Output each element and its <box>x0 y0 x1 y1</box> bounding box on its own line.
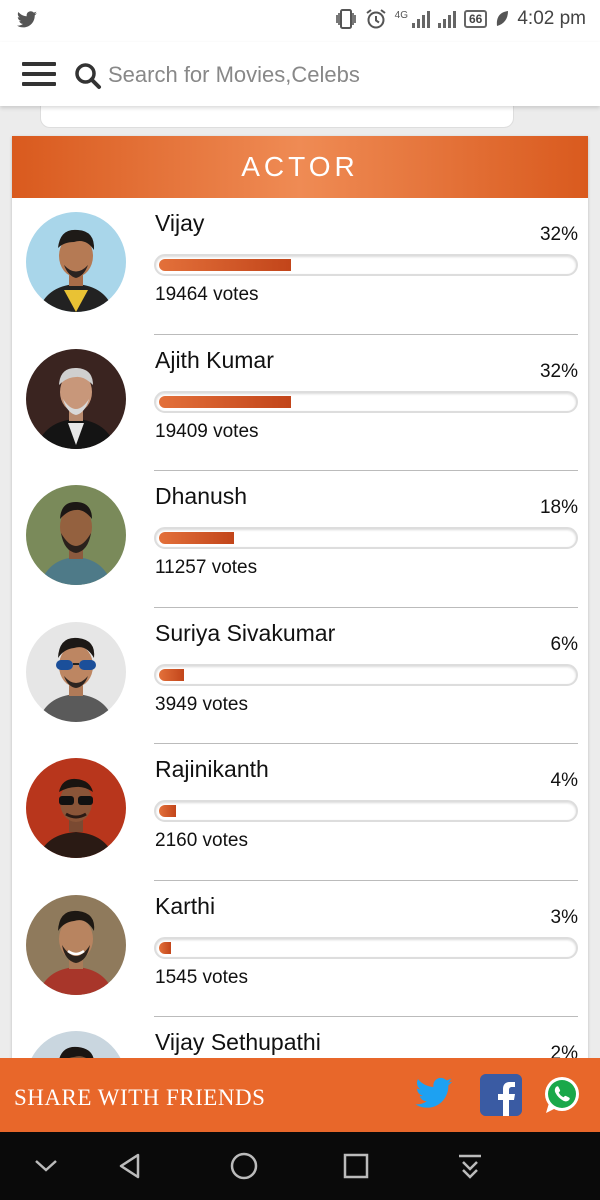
vote-percent: 2% <box>550 1043 578 1058</box>
vote-count: 11257 votes <box>155 557 258 578</box>
poll-card: ACTOR Vijay 32% 19464 votes Ajith Kumar … <box>12 136 588 1058</box>
vote-percent: 18% <box>539 497 578 518</box>
battery-level: 66 <box>468 12 483 26</box>
vote-percent: 32% <box>539 360 578 382</box>
vote-count: 1545 votes <box>155 966 248 988</box>
status-icons: 4G 66 4:02 pm <box>335 8 586 30</box>
facebook-icon[interactable] <box>480 1074 522 1116</box>
vote-percent: 6% <box>550 633 578 655</box>
menu-icon[interactable] <box>22 62 56 86</box>
poll-row[interactable]: Vijay 32% 19464 votes <box>12 198 588 335</box>
poll-row[interactable]: Suriya Sivakumar 6% 3949 votes <box>12 608 588 744</box>
avatar <box>26 758 126 858</box>
vote-progress-bar <box>154 527 578 549</box>
avatar <box>26 894 126 995</box>
vote-progress-bar <box>154 800 578 822</box>
download-icon[interactable] <box>454 1150 486 1182</box>
poll-row[interactable]: Vijay Sethupathi 2% <box>12 1017 588 1058</box>
system-nav-bar <box>0 1132 600 1200</box>
signal-icon: 4G <box>395 10 430 28</box>
vote-progress-fill <box>159 532 234 544</box>
vote-progress-bar <box>154 390 578 413</box>
alarm-icon <box>366 9 386 29</box>
battery-saver-icon <box>497 11 509 26</box>
vote-percent: 4% <box>550 770 578 791</box>
clock: 4:02 pm <box>517 8 586 29</box>
vote-progress-bar <box>154 663 578 686</box>
vote-count: 19409 votes <box>155 420 259 442</box>
poll-row[interactable]: Karthi 3% 1545 votes <box>12 881 588 1017</box>
home-icon[interactable] <box>228 1150 260 1182</box>
actor-name: Suriya Sivakumar <box>155 619 336 646</box>
poll-row[interactable]: Ajith Kumar 32% 19409 votes <box>12 335 588 471</box>
poll-title: ACTOR <box>241 151 359 182</box>
vote-progress-bar <box>154 936 578 959</box>
share-label: SHARE WITH FRIENDS <box>14 1085 266 1110</box>
vote-progress-fill <box>159 668 184 681</box>
vote-count: 3949 votes <box>155 693 248 715</box>
app-header <box>0 42 600 106</box>
vote-count: 19464 votes <box>155 284 259 305</box>
previous-card <box>40 106 514 128</box>
poll-row[interactable]: Dhanush 18% 11257 votes <box>12 471 588 608</box>
page-content: ACTOR Vijay 32% 19464 votes Ajith Kumar … <box>0 106 600 1058</box>
vote-progress-fill <box>159 395 291 408</box>
vote-count: 2160 votes <box>155 830 248 851</box>
avatar <box>26 1031 126 1058</box>
battery-icon: 66 <box>463 10 488 28</box>
actor-name: Ajith Kumar <box>155 346 274 373</box>
actor-name: Karthi <box>155 892 216 919</box>
vote-progress-fill <box>159 941 171 954</box>
avatar <box>26 212 126 312</box>
poll-row[interactable]: Rajinikanth 4% 2160 votes <box>12 744 588 881</box>
chevron-down-icon[interactable] <box>30 1150 62 1182</box>
twitter-icon <box>17 11 37 28</box>
vote-percent: 32% <box>539 224 578 245</box>
actor-name: Vijay Sethupathi <box>155 1029 321 1055</box>
share-bar: SHARE WITH FRIENDS <box>0 1058 600 1132</box>
back-icon[interactable] <box>114 1150 146 1182</box>
actor-name: Dhanush <box>155 483 248 509</box>
search-icon[interactable] <box>74 62 102 90</box>
signal-icon <box>437 10 456 28</box>
recents-icon[interactable] <box>340 1150 372 1182</box>
status-bar: 4G 66 4:02 pm <box>0 0 600 42</box>
network-type: 4G <box>394 10 408 21</box>
poll-header: ACTOR <box>12 136 588 198</box>
whatsapp-icon[interactable] <box>542 1075 582 1115</box>
vote-progress-bar <box>154 254 578 276</box>
actor-name: Rajinikanth <box>155 756 269 782</box>
avatar <box>26 485 126 585</box>
search-input[interactable] <box>108 58 568 92</box>
vote-progress-fill <box>159 805 176 817</box>
vote-percent: 3% <box>550 906 578 928</box>
twitter-icon[interactable] <box>414 1076 454 1112</box>
actor-name: Vijay <box>155 210 205 236</box>
avatar <box>26 348 126 449</box>
avatar <box>26 621 126 722</box>
vote-progress-fill <box>159 259 291 271</box>
vibrate-icon <box>335 9 356 29</box>
